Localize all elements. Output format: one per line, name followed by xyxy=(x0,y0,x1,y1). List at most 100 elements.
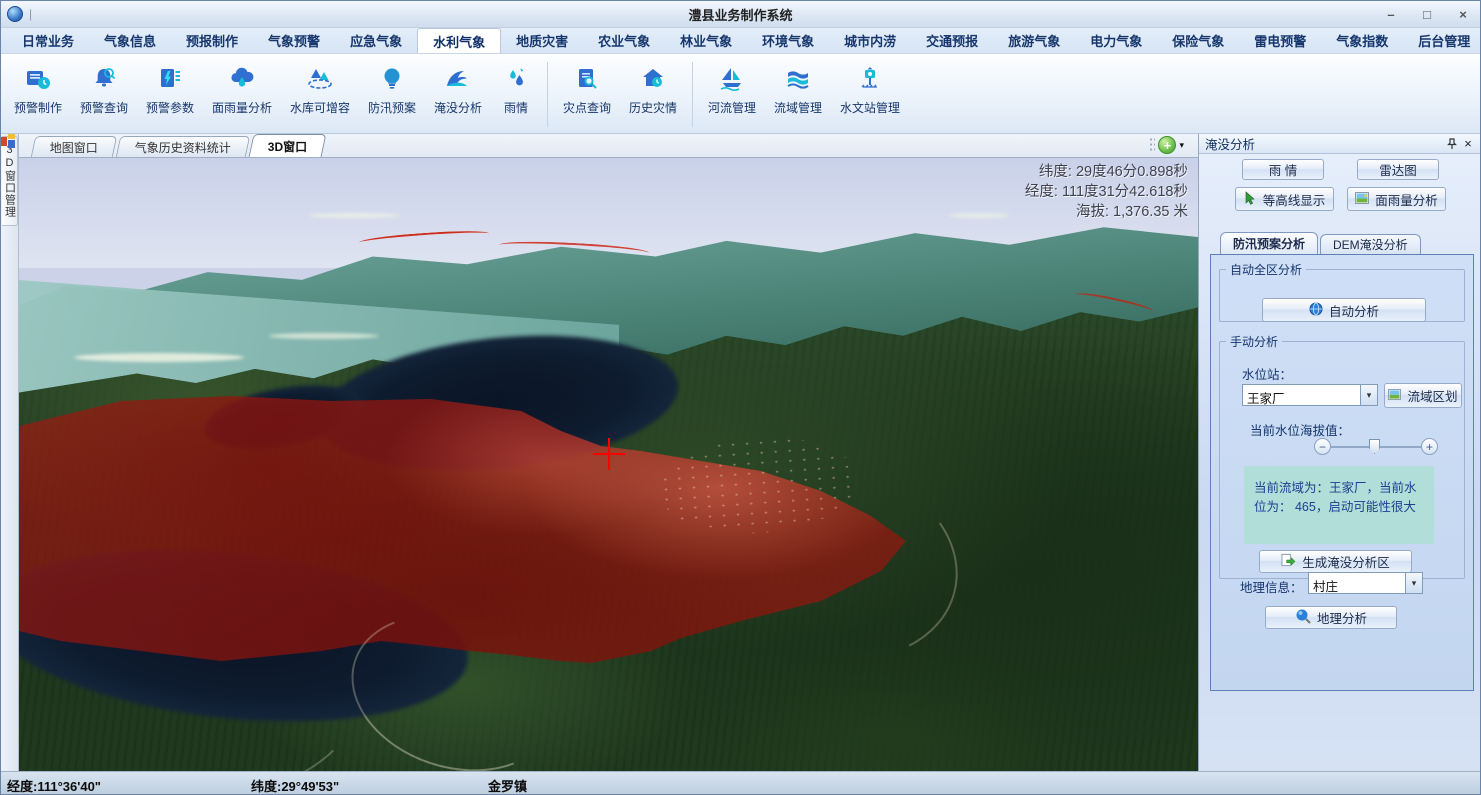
slider-plus-button[interactable]: + xyxy=(1421,438,1438,455)
menu-item-emergency-weather[interactable]: 应急气象 xyxy=(335,28,417,53)
toolbar-button-historical-disaster[interactable]: 历史灾情 xyxy=(620,58,686,131)
chevron-down-icon[interactable]: ▾ xyxy=(1360,385,1377,405)
chevron-down-icon[interactable]: ▾ xyxy=(1405,573,1422,593)
app-globe-icon xyxy=(7,6,23,22)
menu-item-water-weather[interactable]: 水利气象 xyxy=(417,28,501,53)
tab-map-window[interactable]: 地图窗口 xyxy=(31,136,117,157)
toolbar-button-flood-analysis[interactable]: 淹没分析 xyxy=(425,58,491,131)
station-dropdown[interactable]: 王家厂 ▾ xyxy=(1242,384,1378,406)
add-tab-button[interactable]: + xyxy=(1158,136,1176,154)
radar-chart-button[interactable]: 雷达图 xyxy=(1357,159,1439,180)
tab-dem-flood-analysis[interactable]: DEM淹没分析 xyxy=(1320,234,1421,254)
window-title: 澧县业务制作系统 xyxy=(1,5,1480,24)
picture-icon xyxy=(1355,192,1369,207)
menu-item-weather-warning[interactable]: 气象预警 xyxy=(253,28,335,53)
left-dock-strip: 3D窗口管理 xyxy=(1,134,19,771)
toolbar-button-alert-create[interactable]: 预警制作 xyxy=(5,58,71,131)
status-bar: 经度:111°36'40" 纬度:29°49'53" 金罗镇 xyxy=(1,771,1480,795)
side-tab-3d-window-management[interactable]: 3D窗口管理 xyxy=(2,136,18,226)
menu-item-traffic-forecast[interactable]: 交通预报 xyxy=(911,28,993,53)
menu-item-tourism-weather[interactable]: 旅游气象 xyxy=(993,28,1075,53)
status-town-name: 金罗镇 xyxy=(488,776,527,795)
manual-analysis-group: 手动分析 水位站： 王家厂 ▾ 流域区划 当前水位海拔值： − + 当前流域为 xyxy=(1219,333,1465,579)
toolbar-button-river-management[interactable]: 河流管理 xyxy=(699,58,765,131)
toolbar-group-management: 河流管理 流域管理 水文站管理 xyxy=(699,58,909,131)
minimize-button[interactable]: – xyxy=(1380,5,1402,23)
house-history-icon xyxy=(637,63,669,95)
tab-3d-window[interactable]: 3D窗口 xyxy=(249,134,327,157)
menu-item-forestry-weather[interactable]: 林业气象 xyxy=(665,28,747,53)
toolbar-button-disaster-point-query[interactable]: 灾点查询 xyxy=(554,58,620,131)
tabstrip-grip xyxy=(1149,137,1155,153)
menu-item-power-weather[interactable]: 电力气象 xyxy=(1075,28,1157,53)
latitude-readout: 纬度: 29度46分0.898秒 xyxy=(1025,162,1188,182)
menu-item-environment-weather[interactable]: 环境气象 xyxy=(747,28,829,53)
sailboat-icon xyxy=(716,63,748,95)
title-bar: | 澧县业务制作系统 – □ × xyxy=(1,1,1480,28)
toolbar-button-alert-params[interactable]: 预警参数 xyxy=(137,58,203,131)
geo-analysis-button[interactable]: 地理分析 xyxy=(1265,606,1397,629)
doc-params-icon xyxy=(154,63,186,95)
map-3d-viewport[interactable]: 纬度: 29度46分0.898秒 经度: 111度31分42.618秒 海拔: … xyxy=(19,158,1198,771)
toolbar-separator xyxy=(547,62,548,127)
green-cursor-icon xyxy=(1244,191,1257,208)
menu-item-urban-flooding[interactable]: 城市内涝 xyxy=(829,28,911,53)
tab-weather-history-statistics[interactable]: 气象历史资料统计 xyxy=(116,136,250,157)
rain-condition-button[interactable]: 雨 情 xyxy=(1242,159,1324,180)
coordinate-readout: 纬度: 29度46分0.898秒 经度: 111度31分42.618秒 海拔: … xyxy=(1025,162,1188,222)
slider-minus-button[interactable]: − xyxy=(1314,438,1331,455)
raindrops-icon xyxy=(500,63,532,95)
status-latitude: 纬度:29°49'53" xyxy=(251,776,339,795)
panel-close-icon[interactable]: × xyxy=(1460,136,1476,152)
auto-analysis-group: 自动全区分析 自动分析 xyxy=(1219,261,1465,322)
hydro-station-icon xyxy=(854,63,886,95)
menu-item-weather-info[interactable]: 气象信息 xyxy=(89,28,171,53)
toolbar-button-alert-query[interactable]: 预警查询 xyxy=(71,58,137,131)
maximize-button[interactable]: □ xyxy=(1416,5,1438,23)
alert-doc-icon xyxy=(22,63,54,95)
globe-icon xyxy=(1309,302,1323,319)
water-level-slider[interactable]: − + xyxy=(1314,438,1438,456)
doc-search-icon xyxy=(571,63,603,95)
menu-item-lightning-warning[interactable]: 雷电预警 xyxy=(1239,28,1321,53)
toolbar-button-rain-condition[interactable]: 雨情 xyxy=(491,58,541,131)
ridge-highlight xyxy=(309,213,399,218)
geo-info-dropdown[interactable]: 村庄 ▾ xyxy=(1308,572,1423,594)
pin-icon[interactable] xyxy=(1444,136,1460,152)
ridge-highlight xyxy=(949,213,1009,218)
menu-item-backend-management[interactable]: 后台管理 xyxy=(1403,28,1481,53)
menu-bar: 日常业务 气象信息 预报制作 气象预警 应急气象 水利气象 地质灾害 农业气象 … xyxy=(1,28,1480,54)
toolbar-button-basin-management[interactable]: 流域管理 xyxy=(765,58,831,131)
menu-item-weather-index[interactable]: 气象指数 xyxy=(1321,28,1403,53)
tab-list-dropdown-icon[interactable]: ▾ xyxy=(1179,140,1184,151)
flood-analysis-panel: 淹没分析 × 雨 情 雷达图 等高线显示 面雨量分析 防汛预案分析 DEM淹没分… xyxy=(1198,134,1481,771)
menu-item-geological-disaster[interactable]: 地质灾害 xyxy=(501,28,583,53)
water-highlight xyxy=(269,333,379,339)
basin-division-button[interactable]: 流域区划 xyxy=(1384,383,1462,408)
tab-flood-plan-analysis[interactable]: 防汛预案分析 xyxy=(1220,232,1318,254)
blue-sphere-magnifier-icon xyxy=(1295,608,1311,627)
menu-item-forecast-production[interactable]: 预报制作 xyxy=(171,28,253,53)
current-basin-info: 当前流域为：王家厂，当前水位为： 465，启动可能性很大 xyxy=(1244,466,1434,544)
waves-icon xyxy=(782,63,814,95)
toolbar-button-flood-plan[interactable]: 防汛预案 xyxy=(359,58,425,131)
picture-icon xyxy=(1388,389,1401,403)
toolbar-ribbon: 预警制作 预警查询 预警参数 面雨量分析 水库可增容 防汛预案 xyxy=(1,54,1480,134)
toolbar-button-reservoir-capacity[interactable]: 水库可增容 xyxy=(281,58,359,131)
contour-display-button[interactable]: 等高线显示 xyxy=(1235,187,1334,211)
area-rainfall-button[interactable]: 面雨量分析 xyxy=(1347,187,1446,211)
toolbar-button-hydro-station-management[interactable]: 水文站管理 xyxy=(831,58,909,131)
toolbar-button-area-rainfall[interactable]: 面雨量分析 xyxy=(203,58,281,131)
menu-item-insurance-weather[interactable]: 保险气象 xyxy=(1157,28,1239,53)
panel-tab-content: 自动全区分析 自动分析 手动分析 水位站： 王家厂 ▾ 流域区划 当前水位海拔值… xyxy=(1210,254,1474,691)
generate-flood-zone-button[interactable]: 生成淹没分析区 xyxy=(1259,550,1412,573)
station-dropdown-value: 王家厂 xyxy=(1243,385,1360,405)
cloud-drop-icon xyxy=(226,63,258,95)
slider-thumb[interactable] xyxy=(1369,439,1380,454)
water-level-label: 当前水位海拔值： xyxy=(1250,420,1350,439)
close-button[interactable]: × xyxy=(1452,5,1474,23)
toolbar-group-disaster: 灾点查询 历史灾情 xyxy=(554,58,686,131)
menu-item-agriculture-weather[interactable]: 农业气象 xyxy=(583,28,665,53)
menu-item-daily-business[interactable]: 日常业务 xyxy=(7,28,89,53)
auto-analysis-button[interactable]: 自动分析 xyxy=(1262,298,1426,322)
